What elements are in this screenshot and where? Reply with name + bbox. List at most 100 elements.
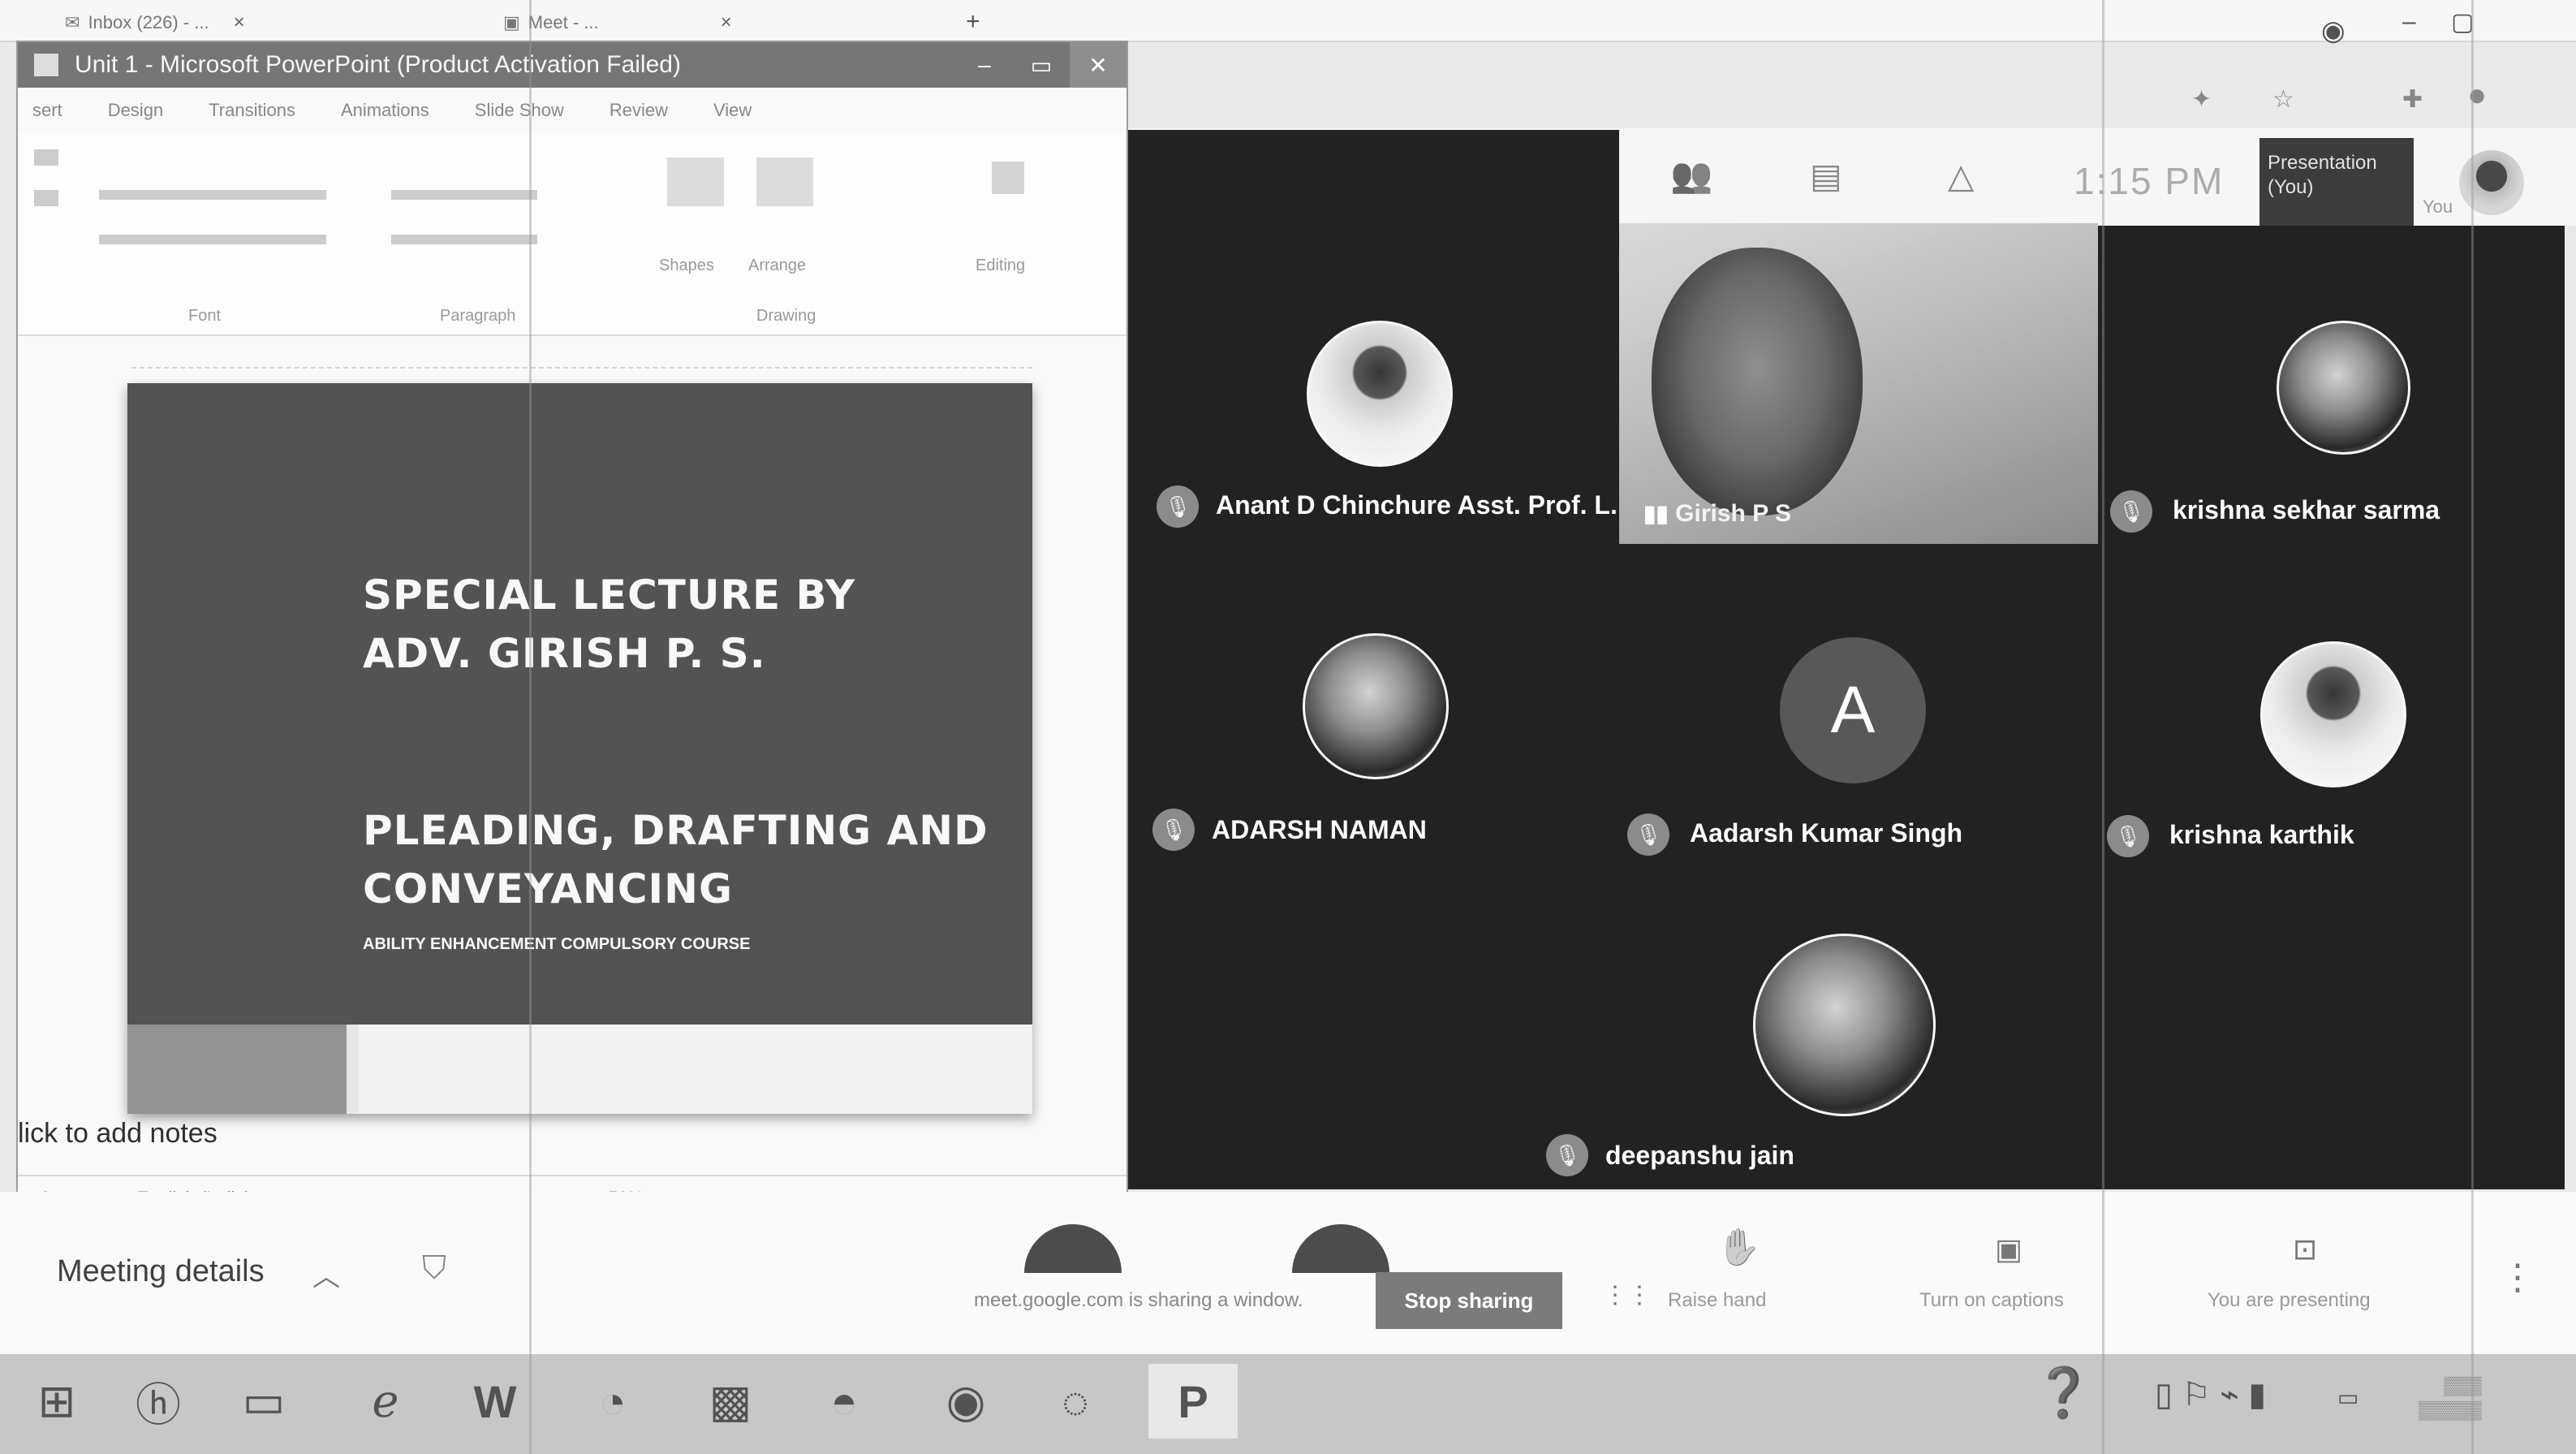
meet-icon: ▣ xyxy=(503,12,520,32)
slide-subtitle: PLEADING, DRAFTING AND CONVEYANCING xyxy=(363,807,989,913)
scan-line xyxy=(2471,0,2474,1454)
mic-off-icon: 🎙 xyxy=(1627,813,1669,856)
profile-icon[interactable]: ● xyxy=(2467,77,2487,114)
ribbon-tabs: sert Design Transitions Animations Slide… xyxy=(18,89,1126,132)
stop-sharing-button[interactable]: Stop sharing xyxy=(1376,1272,1562,1329)
extension-icon[interactable]: ✦ xyxy=(2191,85,2212,114)
help-icon[interactable]: ❓ xyxy=(2033,1364,2094,1422)
start-button[interactable]: ⊞ xyxy=(12,1364,101,1439)
presentation-tile-label: Presentation (You) xyxy=(2268,152,2377,198)
file-explorer-icon[interactable]: ▭ xyxy=(219,1364,308,1439)
powerpoint-window: Unit 1 - Microsoft PowerPoint (Product A… xyxy=(16,41,1128,1222)
puzzle-icon[interactable]: ✚ xyxy=(2402,85,2423,114)
browser-tab-label: Inbox (226) - ... xyxy=(88,12,209,32)
folder-icon[interactable]: ◓ xyxy=(799,1364,889,1439)
star-icon[interactable]: ☆ xyxy=(2272,85,2294,114)
avatar xyxy=(2277,321,2410,455)
notes-pane[interactable]: lick to add notes xyxy=(18,1098,1105,1172)
game-icon[interactable]: ▩ xyxy=(686,1364,775,1439)
minimize-button[interactable]: – xyxy=(956,42,1013,88)
powerpoint-taskbar-icon[interactable]: P xyxy=(1148,1364,1238,1439)
tab-insert[interactable]: sert xyxy=(32,100,62,121)
presenting-label: You are presenting xyxy=(2208,1289,2371,1311)
new-slide-icon[interactable] xyxy=(34,190,58,206)
account-icon[interactable]: ◉ xyxy=(2321,15,2346,47)
browser-tab-inbox[interactable]: ✉ Inbox (226) - ... × xyxy=(65,8,245,37)
presentation-tile[interactable]: Presentation (You) xyxy=(2259,138,2414,227)
mic-off-icon: 🎙 xyxy=(1157,485,1199,528)
avatar xyxy=(2459,150,2524,215)
editing-label: Editing xyxy=(976,257,1026,274)
shapes-icon[interactable] xyxy=(667,157,724,206)
tab-view[interactable]: View xyxy=(713,100,752,121)
meeting-clock: 1:15 PM xyxy=(2074,160,2225,202)
hp-icon[interactable]: ⓗ xyxy=(114,1364,203,1439)
minimize-button[interactable]: – xyxy=(2402,8,2416,36)
paragraph-group-label: Paragraph xyxy=(440,307,516,325)
browser-tab-strip: ✉ Inbox (226) - ... × ▣ Meet - ... × + ◉… xyxy=(0,0,2576,46)
tab-transitions[interactable]: Transitions xyxy=(209,100,295,121)
avatar xyxy=(1753,934,1936,1116)
tab-design[interactable]: Design xyxy=(108,100,163,121)
language-icon[interactable]: ▭ xyxy=(2337,1384,2358,1411)
font-controls[interactable] xyxy=(99,190,326,200)
paragraph-controls[interactable] xyxy=(391,190,537,200)
meet-controls-bar xyxy=(0,1192,2576,1354)
participant-name: ADARSH NAMAN xyxy=(1212,815,1427,844)
shapes-icon[interactable]: △ xyxy=(1948,156,1974,196)
close-icon[interactable]: × xyxy=(234,11,245,34)
sharing-message: meet.google.com is sharing a window. xyxy=(974,1289,1303,1311)
close-icon[interactable]: × xyxy=(721,11,732,34)
new-tab-button[interactable]: + xyxy=(966,8,980,36)
browser-tab-meet[interactable]: ▣ Meet - ... × xyxy=(503,8,732,37)
arrange-label: Arrange xyxy=(748,257,807,274)
tab-animations[interactable]: Animations xyxy=(341,100,429,121)
drag-handle-icon[interactable]: ⋮⋮ xyxy=(1603,1281,1652,1309)
tab-review[interactable]: Review xyxy=(610,100,668,121)
slide-canvas[interactable]: SPECIAL LECTURE BY ADV. GIRISH P. S. PLE… xyxy=(127,383,1032,1114)
alignment-controls[interactable] xyxy=(391,235,537,244)
font-group-label: Font xyxy=(188,307,222,325)
tray-icons[interactable]: ▯ ⚐ ⌁ ▮ xyxy=(2155,1376,2266,1413)
powerpoint-icon xyxy=(34,54,58,76)
more-options-icon[interactable]: ⋮ xyxy=(2500,1257,2535,1298)
participant-name: krishna sekhar sarma xyxy=(2173,495,2440,524)
hand-icon[interactable]: ✋ xyxy=(1717,1226,1761,1268)
participant-name-text: Girish P S xyxy=(1675,500,1792,527)
internet-explorer-icon[interactable]: ℯ xyxy=(341,1364,430,1439)
editing-icon[interactable] xyxy=(992,162,1024,194)
participant-video[interactable]: ▮▮ Girish P S xyxy=(1619,223,2098,544)
window-title: Unit 1 - Microsoft PowerPoint (Product A… xyxy=(75,51,681,78)
paste-icon[interactable] xyxy=(34,149,58,166)
participant-name: krishna karthik xyxy=(2169,820,2354,849)
avatar xyxy=(2260,641,2406,787)
scan-line xyxy=(2102,0,2104,1454)
tab-slide-show[interactable]: Slide Show xyxy=(475,100,564,121)
mic-off-icon: 🎙 xyxy=(1546,1134,1588,1176)
media-player-icon[interactable]: ◔ xyxy=(568,1364,657,1439)
shield-icon[interactable]: ⛉ xyxy=(422,1250,446,1287)
people-icon[interactable]: 👥 xyxy=(1670,156,1712,196)
mail-icon: ✉ xyxy=(65,12,80,32)
participant-name: Aadarsh Kumar Singh xyxy=(1690,818,1963,848)
chevron-up-icon[interactable]: ︿ xyxy=(312,1254,340,1294)
mic-off-icon: 🎙 xyxy=(2107,815,2149,857)
raise-hand-label: Raise hand xyxy=(1668,1289,1767,1311)
avatar-letter: A xyxy=(1780,637,1926,783)
shapes-label: Shapes xyxy=(659,257,714,274)
close-button[interactable]: ✕ xyxy=(1070,42,1126,88)
meeting-details-button[interactable]: Meeting details xyxy=(57,1254,265,1289)
captions-icon[interactable]: ▣ xyxy=(1995,1232,2022,1266)
present-icon[interactable]: ⊡ xyxy=(2293,1232,2317,1266)
font-style-controls[interactable] xyxy=(99,235,326,244)
scan-line xyxy=(529,0,532,1454)
ribbon: Shapes Arrange Editing Font Paragraph Dr… xyxy=(18,133,1126,336)
video-feed xyxy=(1652,248,1863,516)
chrome-icon[interactable]: ◉ xyxy=(921,1364,1010,1439)
mic-off-icon: 🎙 xyxy=(2110,490,2152,533)
arrange-icon[interactable] xyxy=(756,157,813,206)
restore-button[interactable]: ▭ xyxy=(1013,42,1070,88)
chrome-profile-icon[interactable]: ◌ xyxy=(1031,1364,1120,1439)
word-icon[interactable]: W xyxy=(450,1364,540,1439)
chat-icon[interactable]: ▤ xyxy=(1810,156,1842,196)
